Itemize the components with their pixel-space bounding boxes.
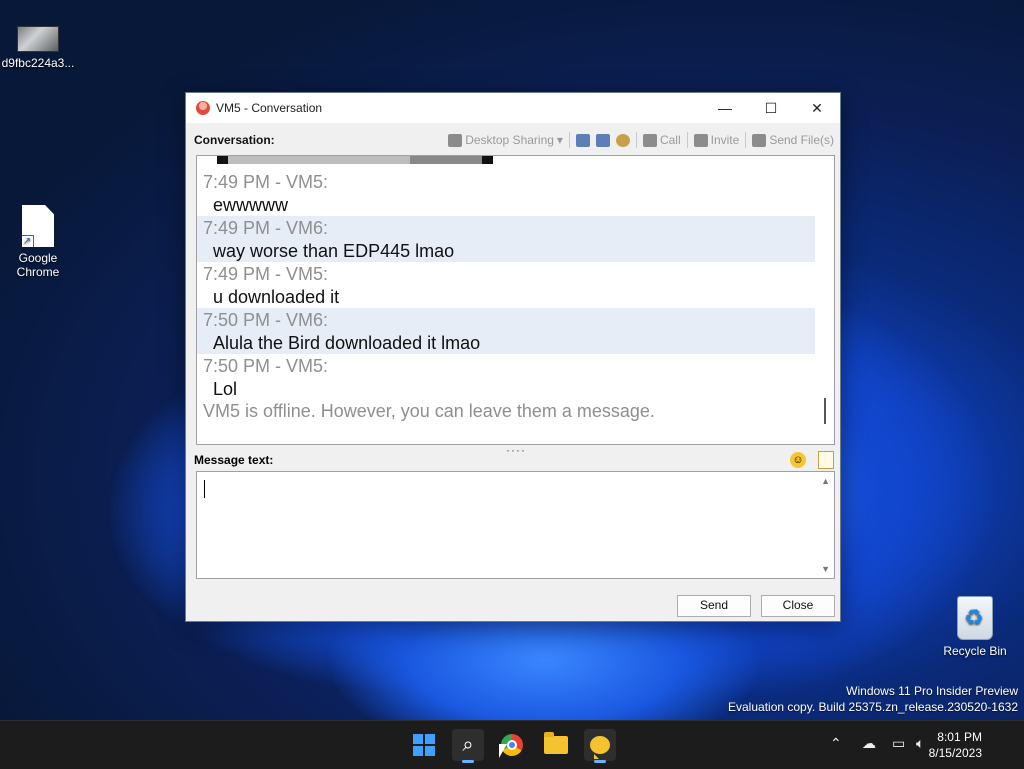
close-window-button[interactable]: ✕ xyxy=(794,93,840,123)
desktop-icon-label: d9fbc224a3... xyxy=(1,56,75,70)
send-files-label: Send File(s) xyxy=(769,133,834,147)
desktop-sharing-button[interactable]: Desktop Sharing ▾ xyxy=(448,133,563,147)
watermark-line-1: Windows 11 Pro Insider Preview xyxy=(846,684,1018,698)
mouse-cursor-icon xyxy=(499,744,507,758)
message-meta: 7:50 PM - VM5: xyxy=(203,356,329,376)
minimize-button[interactable]: — xyxy=(702,93,748,123)
title-bar[interactable]: VM5 - Conversation — ☐ ✕ xyxy=(186,93,840,123)
desktop-icon-google-chrome[interactable]: ↗ Google Chrome xyxy=(0,205,76,279)
chat-bubble-icon xyxy=(590,736,610,759)
close-button[interactable]: Close xyxy=(761,595,835,617)
message-entry: 7:49 PM - VM6: way worse than EDP445 lma… xyxy=(197,216,815,262)
search-icon: ⌕ xyxy=(462,733,474,756)
video-camera-icon xyxy=(642,133,657,147)
message-meta: 7:50 PM - VM6: xyxy=(203,310,329,330)
message-meta: 7:49 PM - VM5: xyxy=(203,264,329,284)
chevron-up-icon[interactable]: ⌃ xyxy=(830,735,842,752)
desktop-icon-image-file[interactable]: d9fbc224a3... xyxy=(0,26,76,70)
chevron-down-icon: ▾ xyxy=(556,133,563,147)
folder-icon xyxy=(544,732,568,754)
system-clock[interactable]: 8:01 PM 8/15/2023 xyxy=(929,729,982,761)
scroll-down-icon[interactable]: ▼ xyxy=(821,564,830,574)
watermark-line-2: Evaluation copy. Build 25375.zn_release.… xyxy=(728,700,1018,714)
conversation-label: Conversation: xyxy=(194,133,275,147)
messenger-taskbar-button[interactable] xyxy=(584,729,616,763)
desktop-icon-recycle-bin[interactable]: Recycle Bin xyxy=(937,596,1013,658)
toolbar-separator xyxy=(568,132,570,148)
desktop-icon-label: Recycle Bin xyxy=(943,644,1007,658)
log-scrollbar-thumb[interactable] xyxy=(824,398,826,424)
emoticon-icon[interactable]: ☺ xyxy=(790,452,806,468)
shared-image-fragment xyxy=(217,156,493,164)
toolbar-separator xyxy=(745,132,747,148)
taskbar: ⌕ ⌃ ☁ ▭ 🔈︎ 8:01 PM 8/15/2023 xyxy=(0,720,1024,769)
send-button[interactable]: Send xyxy=(677,595,751,617)
invite-button[interactable]: Invite xyxy=(693,133,740,147)
invite-label: Invite xyxy=(710,133,740,147)
toolbar-separator xyxy=(686,132,688,148)
message-text-row: Message text: ☺ xyxy=(194,450,834,470)
desktop-sharing-label: Desktop Sharing xyxy=(465,133,554,147)
message-text: u downloaded it xyxy=(213,287,340,307)
message-text: Lol xyxy=(213,379,238,399)
window-title: VM5 - Conversation xyxy=(216,101,323,115)
windows-logo-icon xyxy=(413,734,435,756)
text-caret xyxy=(204,480,205,498)
notes-icon[interactable] xyxy=(818,451,834,469)
desktop-icon-label: Google Chrome xyxy=(16,251,60,279)
windows-watermark: Windows 11 Pro Insider Preview Evaluatio… xyxy=(728,683,1018,715)
message-entry: 7:49 PM - VM5: ewwwww xyxy=(197,170,815,216)
shortcut-arrow-icon: ↗ xyxy=(22,235,34,247)
invite-users-icon xyxy=(693,133,708,147)
search-button[interactable]: ⌕ xyxy=(452,729,484,763)
message-text: ewwwww xyxy=(213,195,289,215)
call-label: Call xyxy=(659,133,681,147)
clock-time: 8:01 PM xyxy=(937,730,982,744)
history-book-icon[interactable] xyxy=(575,133,590,147)
message-entry: 7:50 PM - VM5: Lol xyxy=(197,354,815,400)
message-entry: 7:50 PM - VM6: Alula the Bird downloaded… xyxy=(197,308,815,354)
file-shortcut-icon: ↗ xyxy=(22,205,54,247)
conversation-window: VM5 - Conversation — ☐ ✕ Conversation: D… xyxy=(185,92,841,622)
message-text-label: Message text: xyxy=(194,453,274,467)
conversation-toolbar: Conversation: Desktop Sharing ▾ Call Inv… xyxy=(194,130,834,150)
messenger-app-icon xyxy=(196,101,210,115)
scroll-up-icon[interactable]: ▲ xyxy=(821,476,830,486)
offline-notice: VM5 is offline. However, you can leave t… xyxy=(203,401,655,421)
start-button[interactable] xyxy=(408,729,440,761)
conversation-log[interactable]: 7:49 PM - VM5: ewwwww 7:49 PM - VM6: way… xyxy=(196,155,835,445)
contact-info-icon[interactable] xyxy=(595,133,610,147)
message-text: Alula the Bird downloaded it lmao xyxy=(213,333,481,353)
send-file-icon xyxy=(752,133,767,147)
send-files-button[interactable]: Send File(s) xyxy=(752,133,834,147)
desktop-sharing-icon xyxy=(448,133,463,147)
message-text: way worse than EDP445 lmao xyxy=(213,241,455,261)
clock-date: 8/15/2023 xyxy=(928,746,982,760)
message-entry: 7:49 PM - VM5: u downloaded it xyxy=(197,262,815,308)
image-thumbnail-icon xyxy=(17,26,59,52)
message-meta: 7:49 PM - VM6: xyxy=(203,218,329,238)
volume-icon[interactable]: 🔈︎ xyxy=(916,735,924,752)
message-meta: 7:49 PM - VM5: xyxy=(203,172,329,192)
maximize-button[interactable]: ☐ xyxy=(748,93,794,123)
settings-gear-icon[interactable] xyxy=(615,133,630,147)
toolbar-separator xyxy=(635,132,637,148)
call-button[interactable]: Call xyxy=(642,133,681,147)
cloud-offline-icon[interactable]: ☁ xyxy=(862,735,876,752)
file-explorer-button[interactable] xyxy=(540,729,572,761)
network-icon[interactable]: ▭ xyxy=(892,735,905,752)
recycle-bin-icon xyxy=(957,596,993,640)
message-input[interactable]: ▲ ▼ xyxy=(196,471,835,579)
